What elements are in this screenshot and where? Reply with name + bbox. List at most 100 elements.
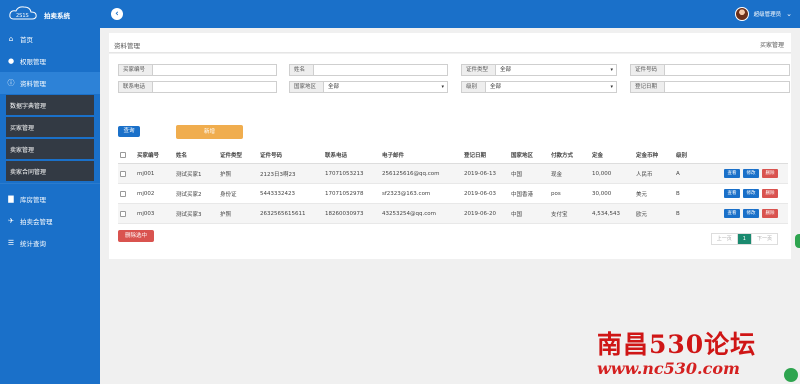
chevron-down-icon: ▾ (441, 84, 444, 90)
level-select[interactable]: 全部 ▾ (486, 82, 616, 92)
phone-input[interactable] (153, 82, 276, 92)
buyer-table: 买家编号 姓名 证件类型 证件号码 联系电话 电子邮件 登记日期 国家地区 付款… (118, 147, 788, 224)
avatar (734, 7, 749, 21)
filter-label: 国家地区 (290, 82, 324, 92)
cell-pay: 支付宝 (551, 211, 568, 218)
delete-button[interactable]: 删除 (762, 189, 778, 198)
side-float-tab[interactable] (795, 234, 800, 248)
sidebar-item-label: 资料管理 (20, 80, 46, 88)
user-name: 超级管理员 (753, 12, 782, 18)
cell-name: 测试买家2 (176, 191, 202, 198)
column-header: 定金 (592, 153, 604, 159)
next-page-button[interactable]: 下一页 (751, 234, 777, 244)
cell-email: 43253254@qq.com (382, 210, 436, 217)
watermark: 南昌530论坛 www.nc530.com (595, 325, 800, 384)
wifi-icon (784, 368, 798, 382)
prev-page-button[interactable]: 上一页 (711, 234, 738, 244)
cell-email: sf2323@163.com (382, 190, 431, 197)
sidebar-item-permissions[interactable]: ● 权限管理 (0, 50, 100, 72)
cell-deposit: 10,000 (592, 170, 612, 177)
sidebar-subitem-sellers[interactable]: 卖家管理 (6, 139, 94, 159)
edit-button[interactable]: 修改 (743, 189, 759, 198)
region-select[interactable]: 全部 ▾ (324, 82, 447, 92)
query-button[interactable]: 查询 (118, 126, 140, 137)
list-icon: ☰ (7, 239, 15, 247)
delete-button[interactable]: 删除 (762, 209, 778, 218)
back-icon[interactable]: ‹ (111, 8, 123, 20)
sidebar-item-data-management[interactable]: ⓘ 资料管理 (0, 72, 100, 94)
user-icon: ● (7, 57, 15, 65)
breadcrumb: 资料管理 买家管理 (109, 33, 791, 53)
page-button-current[interactable]: 1 (737, 234, 752, 244)
sidebar-item-label: 拍卖会管理 (20, 218, 53, 226)
user-menu[interactable]: 超级管理员 ⌄ (734, 6, 792, 22)
sidebar-item-label: 统计查询 (20, 240, 46, 248)
info-icon: ⓘ (7, 79, 15, 87)
cell-name: 测试买家3 (176, 211, 202, 218)
select-all-checkbox[interactable] (120, 152, 126, 158)
sidebar-subitem-buyers[interactable]: 买家管理 (6, 117, 94, 137)
table-row[interactable]: mj002 测试买家2 身份证 5443332423 17071052978 s… (118, 184, 788, 204)
buyer-no-filter: 买家编号 (118, 64, 277, 76)
cell-id-no: 2632565615611 (260, 210, 306, 217)
cell-buyer-no: mj003 (137, 210, 155, 217)
view-button[interactable]: 查看 (724, 209, 740, 218)
buyer-panel: 买家编号 姓名 证件类型 全部 ▾ 证件号码 联系电话 国家地区 全部 ▾ 级别… (109, 54, 791, 259)
edit-button[interactable]: 修改 (743, 209, 759, 218)
cell-pay: pos (551, 190, 561, 197)
view-button[interactable]: 查看 (724, 169, 740, 178)
sidebar: ⌂ 首页 ● 权限管理 ⓘ 资料管理 数据字典管理 买家管理 卖家管理 卖家合同… (0, 28, 100, 384)
select-value: 全部 (500, 67, 512, 73)
cell-buyer-no: mj002 (137, 190, 155, 197)
buyer-no-input[interactable] (153, 65, 276, 75)
row-actions: 查看 修改 删除 (721, 204, 778, 223)
sidebar-item-warehouse[interactable]: ▇ 库房管理 (0, 188, 100, 210)
sidebar-subitem-seller-contracts[interactable]: 卖家合同管理 (6, 161, 94, 181)
cell-date: 2019-06-03 (464, 190, 496, 197)
cell-region: 中国香港 (511, 191, 534, 198)
chevron-down-icon: ⌄ (786, 10, 792, 18)
cell-date: 2019-06-13 (464, 170, 496, 177)
column-header: 定金币种 (636, 153, 659, 159)
row-checkbox[interactable] (120, 190, 126, 197)
chevron-down-icon: ▾ (610, 84, 613, 90)
page-title: 资料管理 (114, 42, 140, 50)
name-input[interactable] (314, 65, 447, 75)
row-checkbox[interactable] (120, 210, 126, 217)
app-logo[interactable]: 2S1S 拍卖系统 (8, 4, 100, 24)
cell-phone: 18260030973 (325, 210, 364, 217)
id-type-select[interactable]: 全部 ▾ (496, 65, 616, 75)
cell-id-no: 5443332423 (260, 190, 295, 197)
table-row[interactable]: mj003 测试买家3 护照 2632565615611 18260030973… (118, 204, 788, 224)
view-button[interactable]: 查看 (724, 189, 740, 198)
id-no-filter: 证件号码 (630, 64, 790, 76)
delete-selected-button[interactable]: 删除选中 (118, 230, 154, 242)
select-value: 全部 (490, 84, 502, 90)
add-button[interactable]: 新增 (176, 125, 243, 139)
table-row[interactable]: mj001 测试买家1 护照 2123日3啊23 17071053213 256… (118, 164, 788, 184)
region-filter: 国家地区 全部 ▾ (289, 81, 448, 93)
name-filter: 姓名 (289, 64, 448, 76)
cell-phone: 17071053213 (325, 170, 364, 177)
reg-date-input[interactable] (665, 82, 789, 92)
watermark-title: 南昌530论坛 (597, 330, 757, 359)
gavel-icon: ✈ (8, 217, 14, 225)
breadcrumb-current[interactable]: 买家管理 (760, 40, 784, 49)
column-header: 付款方式 (551, 153, 574, 159)
sidebar-item-auctions[interactable]: ✈ 拍卖会管理 (0, 210, 100, 232)
cell-id-type: 护照 (220, 171, 232, 178)
select-value: 全部 (328, 84, 340, 90)
delete-button[interactable]: 删除 (762, 169, 778, 178)
home-icon: ⌂ (8, 35, 14, 43)
column-header: 买家编号 (137, 153, 160, 159)
id-no-input[interactable] (665, 65, 789, 75)
edit-button[interactable]: 修改 (743, 169, 759, 178)
sidebar-item-home[interactable]: ⌂ 首页 (0, 28, 100, 50)
row-actions: 查看 修改 删除 (721, 184, 778, 203)
row-actions: 查看 修改 删除 (721, 164, 778, 183)
svg-text:2S1S: 2S1S (16, 13, 29, 19)
filter-label: 证件类型 (462, 65, 496, 75)
sidebar-subitem-dictionary[interactable]: 数据字典管理 (6, 95, 94, 115)
sidebar-item-statistics[interactable]: ☰ 统计查询 (0, 232, 100, 254)
row-checkbox[interactable] (120, 170, 126, 177)
